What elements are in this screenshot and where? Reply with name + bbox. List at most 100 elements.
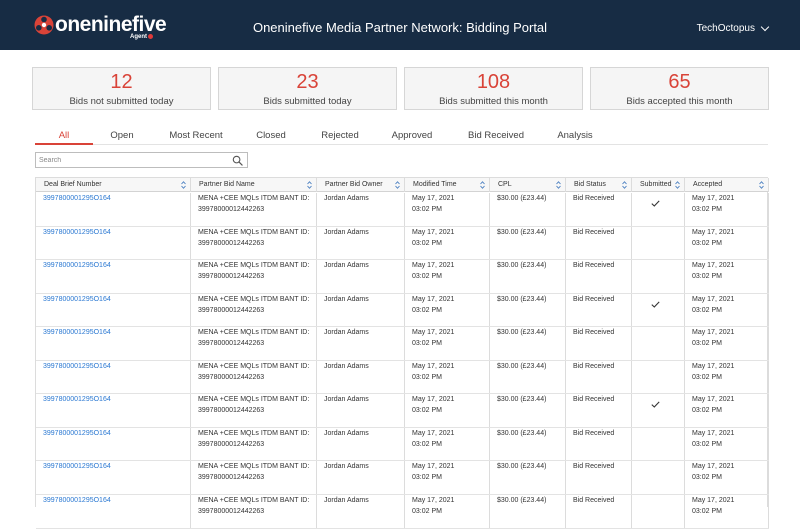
app-title: Oneninefive Media Partner Network: Biddi… [252, 20, 548, 35]
sort-icon[interactable] [480, 181, 485, 189]
sort-icon[interactable] [307, 181, 312, 189]
bid-name-line1: MENA +CEE MQLs ITDM BANT ID: [198, 329, 310, 336]
deal-brief-link[interactable]: 3997800001295O164 [43, 463, 111, 470]
col-accepted-header[interactable]: Accepted [685, 178, 769, 192]
bid-name-line2: 39978000012442263 [198, 440, 265, 448]
modified-time: 03:02 PM [412, 239, 442, 247]
tab-all[interactable]: All [35, 130, 93, 141]
accepted-cell: May 17, 2021 03:02 PM [685, 260, 769, 293]
checkmark-icon [651, 200, 660, 207]
modified-time-cell: May 17, 2021 03:02 PM [405, 361, 490, 393]
sort-icon[interactable] [395, 181, 400, 189]
modified-date: May 17, 2021 [412, 195, 455, 202]
deal-brief-link[interactable]: 3997800001295O164 [43, 497, 111, 504]
cpl-cell: $30.00 (£23.44) [490, 428, 566, 460]
partner-bid-name-cell: MENA +CEE MQLs ITDM BANT ID: 399780000124… [191, 327, 317, 360]
col-partner-bid-owner-header[interactable]: Partner Bid Owner [317, 178, 405, 192]
deal-brief-link[interactable]: 3997800001295O164 [43, 296, 111, 303]
col-cpl-header[interactable]: CPL [490, 178, 566, 192]
bid-owner: Jordan Adams [324, 195, 369, 202]
deal-brief-link[interactable]: 3997800001295O164 [43, 229, 111, 236]
stat-value: 65 [668, 71, 691, 93]
bid-status: Bid Received [573, 329, 615, 336]
modified-time: 03:02 PM [412, 406, 442, 414]
tab-open[interactable]: Open [105, 130, 139, 141]
deal-brief-number-cell: 3997800001295O164 [36, 428, 191, 460]
partner-bid-owner-cell: Jordan Adams [317, 294, 405, 326]
stat-label: Bids submitted this month [439, 96, 548, 107]
brand-logo[interactable]: oneninefive Agent [34, 12, 167, 40]
bid-owner: Jordan Adams [324, 430, 369, 437]
table-row[interactable]: 3997800001295O164 MENA +CEE MQLs ITDM BAN… [36, 361, 769, 394]
modified-time-cell: May 17, 2021 03:02 PM [405, 428, 490, 460]
modified-time: 03:02 PM [412, 205, 442, 213]
stat-label: Bids submitted today [263, 96, 352, 107]
deal-brief-link[interactable]: 3997800001295O164 [43, 262, 111, 269]
bid-owner: Jordan Adams [324, 296, 369, 303]
search-icon[interactable] [232, 155, 243, 166]
sort-icon[interactable] [556, 181, 561, 189]
table-row[interactable]: 3997800001295O164 MENA +CEE MQLs ITDM BAN… [36, 294, 769, 327]
tab-approved[interactable]: Approved [387, 130, 437, 141]
bid-name-line2: 39978000012442263 [198, 406, 265, 414]
deal-brief-link[interactable]: 3997800001295O164 [43, 430, 111, 437]
col-bid-status-header[interactable]: Bid Status [566, 178, 632, 192]
bid-owner: Jordan Adams [324, 463, 369, 470]
col-partner-bid-name-header[interactable]: Partner Bid Name [191, 178, 317, 192]
tab-rejected[interactable]: Rejected [316, 130, 364, 141]
bid-status-cell: Bid Received [566, 227, 632, 259]
accepted-date: May 17, 2021 [692, 296, 735, 303]
tab-closed[interactable]: Closed [249, 130, 293, 141]
bid-name-line2: 39978000012442263 [198, 373, 265, 381]
deal-brief-link[interactable]: 3997800001295O164 [43, 195, 111, 202]
sort-icon[interactable] [759, 181, 764, 189]
sort-icon[interactable] [622, 181, 627, 189]
user-menu[interactable]: TechOctopus [697, 22, 770, 34]
bid-owner: Jordan Adams [324, 229, 369, 236]
col-modified-time-header[interactable]: Modified Time [405, 178, 490, 192]
accepted-date: May 17, 2021 [692, 363, 735, 370]
table-row[interactable]: 3997800001295O164 MENA +CEE MQLs ITDM BAN… [36, 461, 769, 495]
table-row[interactable]: 3997800001295O164 MENA +CEE MQLs ITDM BAN… [36, 428, 769, 461]
col-deal-brief-number-header[interactable]: Deal Brief Number [36, 178, 191, 192]
bid-status-cell: Bid Received [566, 260, 632, 293]
deal-brief-number-cell: 3997800001295O164 [36, 361, 191, 393]
bid-status: Bid Received [573, 296, 615, 303]
sort-icon[interactable] [181, 181, 186, 189]
submitted-cell [632, 294, 685, 326]
deal-brief-link[interactable]: 3997800001295O164 [43, 396, 111, 403]
accepted-cell: May 17, 2021 03:02 PM [685, 327, 769, 360]
sort-icon[interactable] [675, 181, 680, 189]
modified-date: May 17, 2021 [412, 296, 455, 303]
table-row[interactable]: 3997800001295O164 MENA +CEE MQLs ITDM BAN… [36, 394, 769, 428]
table-row[interactable]: 3997800001295O164 MENA +CEE MQLs ITDM BAN… [36, 193, 769, 227]
tab-most-recent[interactable]: Most Recent [165, 130, 227, 141]
col-submitted-header[interactable]: Submitted [632, 178, 685, 192]
partner-bid-name-cell: MENA +CEE MQLs ITDM BANT ID: 399780000124… [191, 260, 317, 293]
deal-brief-number-cell: 3997800001295O164 [36, 327, 191, 360]
cpl-cell: $30.00 (£23.44) [490, 260, 566, 293]
tab-analysis[interactable]: Analysis [552, 130, 598, 141]
table-row[interactable]: 3997800001295O164 MENA +CEE MQLs ITDM BAN… [36, 260, 769, 294]
bid-status: Bid Received [573, 497, 615, 504]
stat-card-submitted-today: 23 Bids submitted today [218, 67, 397, 110]
search-input[interactable] [39, 154, 229, 166]
modified-time-cell: May 17, 2021 03:02 PM [405, 461, 490, 494]
partner-bid-name-cell: MENA +CEE MQLs ITDM BANT ID: 399780000124… [191, 461, 317, 494]
modified-date: May 17, 2021 [412, 396, 455, 403]
bid-owner: Jordan Adams [324, 497, 369, 504]
bid-owner: Jordan Adams [324, 396, 369, 403]
tab-bid-received[interactable]: Bid Received [463, 130, 529, 141]
accepted-date: May 17, 2021 [692, 430, 735, 437]
table-row[interactable]: 3997800001295O164 MENA +CEE MQLs ITDM BAN… [36, 495, 769, 529]
modified-time: 03:02 PM [412, 440, 442, 448]
deal-brief-number-cell: 3997800001295O164 [36, 461, 191, 494]
deal-brief-link[interactable]: 3997800001295O164 [43, 329, 111, 336]
table-row[interactable]: 3997800001295O164 MENA +CEE MQLs ITDM BAN… [36, 227, 769, 260]
bid-name-line2: 39978000012442263 [198, 473, 265, 481]
accepted-time: 03:02 PM [692, 239, 722, 247]
table-row[interactable]: 3997800001295O164 MENA +CEE MQLs ITDM BAN… [36, 327, 769, 361]
bid-status: Bid Received [573, 430, 615, 437]
deal-brief-link[interactable]: 3997800001295O164 [43, 363, 111, 370]
bid-status-cell: Bid Received [566, 428, 632, 460]
